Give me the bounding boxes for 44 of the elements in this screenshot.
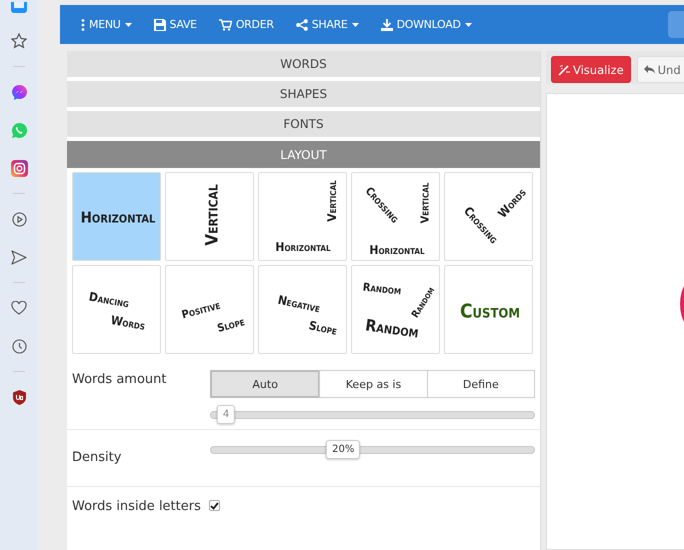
accordion-header[interactable]: FONTS: [67, 111, 540, 137]
setting-label: Words inside letters: [72, 498, 201, 514]
kebab-icon: [81, 18, 85, 30]
segment-button[interactable]: Keep as is: [319, 370, 428, 398]
toolbar-button[interactable]: ORDER: [210, 5, 282, 44]
setting-label: Density: [72, 449, 122, 467]
clock-icon[interactable]: [12, 338, 26, 354]
toolbar-button[interactable]: SHARE: [288, 5, 367, 44]
send-icon[interactable]: [11, 250, 27, 264]
segment-button[interactable]: Define: [426, 370, 535, 398]
visualize-button[interactable]: Visualize: [551, 56, 631, 83]
cart-icon: [218, 18, 232, 30]
play-icon[interactable]: [12, 212, 26, 226]
instagram-icon[interactable]: [10, 160, 28, 176]
shield-icon[interactable]: [12, 390, 26, 404]
slider-track[interactable]: 4: [210, 405, 535, 425]
setting-label: Words amount: [72, 371, 168, 389]
layout-option[interactable]: Custom: [444, 265, 533, 354]
floppy-icon: [154, 18, 166, 30]
accordion-header[interactable]: WORDS: [67, 51, 540, 77]
layout-option[interactable]: Dancing Words: [72, 265, 161, 354]
layout-option[interactable]: Vertical Horizontal: [258, 172, 347, 261]
segment-button[interactable]: Auto: [210, 370, 320, 398]
undo-icon: [644, 65, 655, 74]
share-icon: [296, 18, 308, 30]
slider-track[interactable]: 20%: [210, 440, 535, 460]
layout-option[interactable]: Vertical: [165, 172, 254, 261]
heart-icon[interactable]: [11, 301, 27, 315]
star-icon[interactable]: [11, 33, 27, 49]
toolbar-button[interactable]: DOWNLOAD: [372, 5, 480, 44]
checkbox[interactable]: [208, 500, 220, 511]
undo-button[interactable]: Und: [636, 56, 684, 83]
accordion-header[interactable]: SHAPES: [67, 81, 540, 107]
slider-thumb[interactable]: 20%: [326, 440, 360, 459]
layout-option[interactable]: Positive Slope: [165, 265, 254, 354]
messenger-icon[interactable]: [10, 84, 28, 100]
toolbar-button[interactable]: SAVE: [146, 5, 205, 44]
slider-thumb[interactable]: 4: [216, 405, 236, 424]
app-icon[interactable]: [10, 2, 28, 14]
download-icon: [380, 18, 393, 30]
wand-icon: [558, 64, 570, 76]
layout-option[interactable]: Horizontal: [72, 172, 161, 261]
layout-option[interactable]: Negative Slope: [258, 265, 347, 354]
toolbar-button[interactable]: MENU: [73, 5, 140, 44]
